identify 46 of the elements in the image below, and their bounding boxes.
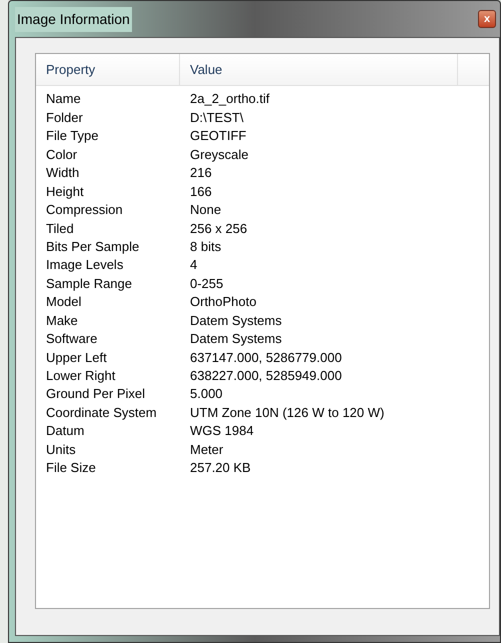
property-value: 2a_2_ortho.tif xyxy=(189,90,270,108)
property-value: 216 xyxy=(189,164,212,182)
property-name: Image Levels xyxy=(45,256,124,274)
property-value: 5.000 xyxy=(189,385,223,404)
property-value: 4 xyxy=(189,256,198,274)
property-value: None xyxy=(189,201,222,220)
property-value: Datem Systems xyxy=(189,312,282,330)
property-name: Name xyxy=(45,90,82,108)
property-value: 637147.000, 5286779.000 xyxy=(189,348,342,367)
property-name: Software xyxy=(45,330,98,348)
property-name: Color xyxy=(45,146,78,164)
column-header[interactable]: Property xyxy=(36,54,180,85)
property-value: 8 bits xyxy=(189,238,222,256)
property-name: Units xyxy=(45,440,77,459)
property-name: Coordinate System xyxy=(45,404,158,422)
property-name: Folder xyxy=(45,108,84,127)
property-name: Ground Per Pixel xyxy=(45,385,146,404)
property-name: File Type xyxy=(45,127,100,146)
property-value: Greyscale xyxy=(189,146,249,164)
property-value: OrthoPhoto xyxy=(189,293,256,312)
window-title: Image Information xyxy=(15,6,132,32)
property-name: Model xyxy=(45,293,82,312)
property-value: Meter xyxy=(189,440,224,459)
property-name: Make xyxy=(45,312,79,330)
property-value: 166 xyxy=(189,182,212,201)
property-value: WGS 1984 xyxy=(189,422,254,440)
property-name: Height xyxy=(45,182,85,201)
property-value: Datem Systems xyxy=(189,330,282,348)
property-value: GEOTIFF xyxy=(189,127,246,146)
property-name: File Size xyxy=(45,459,97,478)
property-value: 638227.000, 5285949.000 xyxy=(189,367,342,386)
property-name: Lower Right xyxy=(45,367,116,386)
property-name: Tiled xyxy=(45,220,75,238)
property-name: Sample Range xyxy=(45,274,133,293)
property-name: Compression xyxy=(45,201,124,220)
property-name: Bits Per Sample xyxy=(45,238,140,256)
property-value: 257.20 KB xyxy=(189,459,251,478)
property-name: Upper Left xyxy=(45,348,108,367)
property-value: 256 x 256 xyxy=(189,220,248,238)
property-value: 0-255 xyxy=(189,274,224,293)
property-name: Datum xyxy=(45,422,86,440)
property-value: UTM Zone 10N (126 W to 120 W) xyxy=(189,404,384,422)
close-button[interactable]: x xyxy=(478,10,496,28)
column-header[interactable]: Value xyxy=(180,54,458,85)
property-value: D:\TEST\ xyxy=(189,108,244,127)
property-name: Width xyxy=(45,164,80,182)
